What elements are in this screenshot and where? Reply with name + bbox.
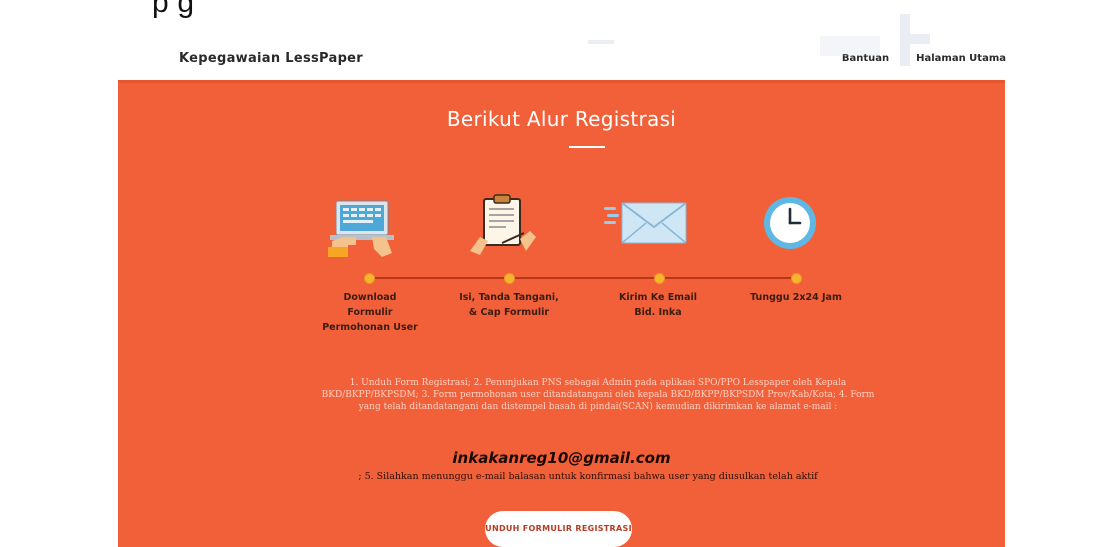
timeline-dot xyxy=(654,273,665,284)
title-underline xyxy=(569,146,605,148)
step-label: Kirim Ke Email Bid. Inka xyxy=(618,292,698,318)
brand-title[interactable]: Kepegawaian LessPaper xyxy=(179,51,363,66)
contact-email: inkakanreg10@gmail.com xyxy=(452,449,671,467)
confirmation-note: ; 5. Silahkan menunggu e-mail balasan un… xyxy=(358,471,818,482)
timeline-line xyxy=(369,277,796,279)
timeline-dot xyxy=(504,273,515,284)
step-label: Isi, Tanda Tangani, & Cap Formulir xyxy=(459,292,559,318)
section-title: Berikut Alur Registrasi xyxy=(446,107,677,131)
step-label: Download Formulir Permohonan User xyxy=(322,292,418,333)
download-form-button[interactable]: UNDUH FORMULIR REGISTRASI xyxy=(485,511,632,547)
caption-text: p g xyxy=(152,0,195,19)
timeline-dot xyxy=(791,273,802,284)
timeline-dot xyxy=(364,273,375,284)
laptop-download-icon xyxy=(326,193,398,257)
registration-instructions: 1. Unduh Form Registrasi; 2. Penunjukan … xyxy=(321,378,875,412)
registration-flow-section: Berikut Alur Registrasi Download Formuli… xyxy=(118,80,1005,547)
clock-icon xyxy=(758,193,830,257)
step-label: Tunggu 2x24 Jam xyxy=(750,292,842,303)
watermark-graphic xyxy=(580,0,1000,78)
watermark-shapes xyxy=(588,14,930,66)
clipboard-sign-icon xyxy=(466,193,538,257)
envelope-icon xyxy=(604,193,687,257)
